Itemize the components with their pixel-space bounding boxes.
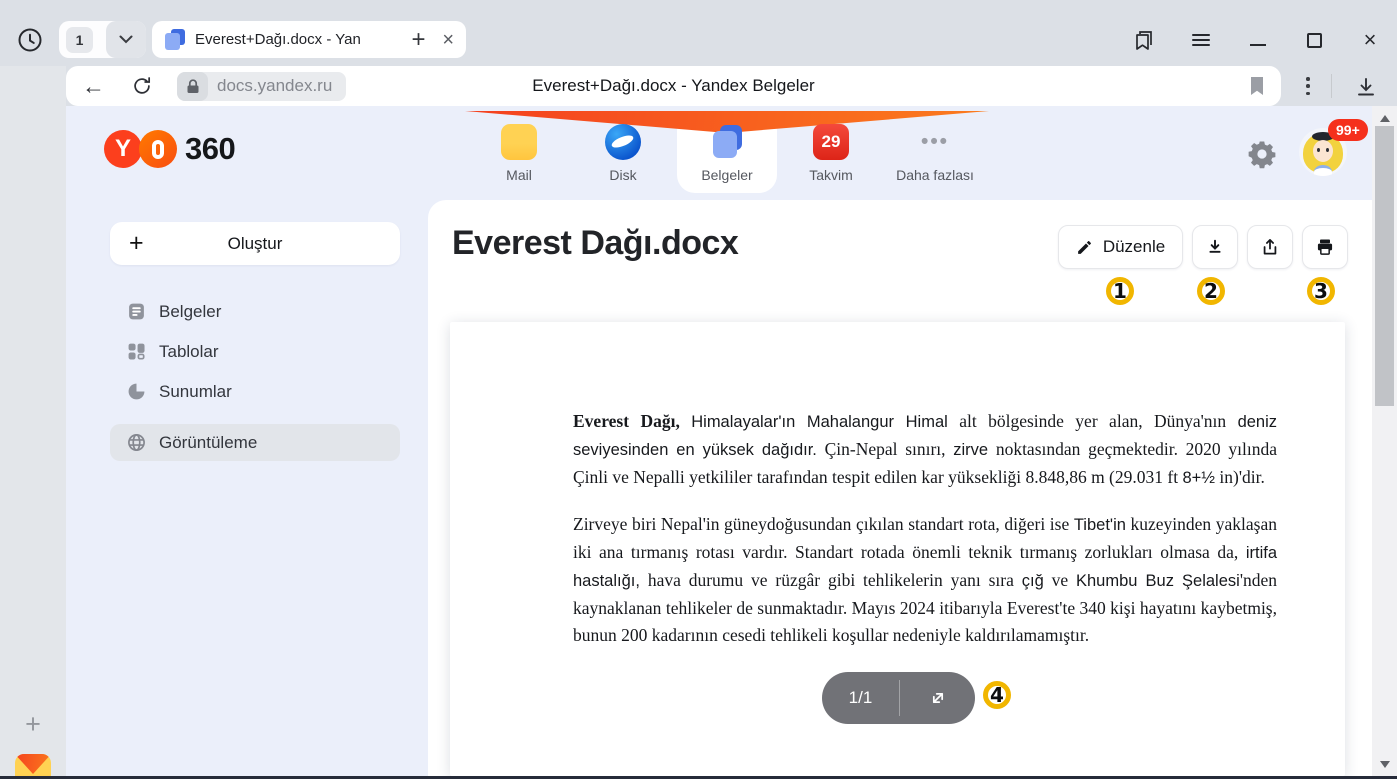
disk-icon [605, 124, 641, 160]
browser-window: 1 Everest+Dağı.docx - Yan × + × 1 ← [0, 0, 1397, 779]
create-button[interactable]: + Oluştur [110, 222, 400, 265]
download-button[interactable] [1192, 225, 1238, 269]
document-text: Everest Dağı, Himalayalar'ın Mahalangur … [450, 322, 1345, 649]
rail-add-icon[interactable]: + [0, 706, 66, 742]
calendar-icon: 29 [813, 124, 849, 160]
sidebar-item-tables[interactable]: Tablolar [110, 333, 400, 370]
back-button[interactable]: ← [82, 75, 105, 98]
account-avatar[interactable]: 99+ [1299, 128, 1347, 176]
settings-gear-icon[interactable] [1246, 138, 1278, 170]
paragraph: Zirveye biri Nepal'in güneydoğusundan çı… [573, 511, 1277, 649]
web-content: Y 360 Mail Disk Belgeler 29 Takvim ••• [66, 106, 1372, 776]
annotation-4: 4 [983, 681, 1011, 709]
fullscreen-button[interactable] [900, 688, 975, 708]
globe-icon [127, 433, 146, 452]
services-nav: Mail Disk Belgeler 29 Takvim ••• Daha fa… [467, 113, 987, 193]
page-indicator[interactable]: 1/1 [822, 672, 975, 724]
tab-group-count: 1 [66, 27, 93, 53]
browser-menu-icon[interactable] [1188, 27, 1214, 53]
clock-icon [16, 26, 44, 54]
printer-icon [1315, 237, 1335, 257]
print-button[interactable] [1302, 225, 1348, 269]
downloads-icon[interactable] [1352, 73, 1380, 101]
domain-text: docs.yandex.ru [208, 76, 346, 96]
paragraph: Everest Dağı, Himalayalar'ın Mahalangur … [573, 408, 1277, 492]
bookmark-icon[interactable] [1249, 76, 1265, 101]
pencil-icon [1076, 239, 1093, 256]
scroll-up-arrow[interactable] [1372, 110, 1397, 126]
yandex-docs-favicon [164, 29, 186, 51]
share-icon [1260, 237, 1280, 257]
tab-group[interactable]: 1 [59, 21, 146, 58]
maximize-button[interactable] [1301, 27, 1327, 53]
new-tab-button[interactable]: + [400, 21, 437, 58]
close-window-button[interactable]: × [1357, 27, 1383, 53]
scroll-down-arrow[interactable] [1372, 756, 1397, 772]
more-services-icon: ••• [921, 124, 949, 160]
yandex-y-icon: Y [104, 130, 142, 168]
service-mail[interactable]: Mail [469, 113, 569, 193]
bookmarks-panel-icon[interactable] [1131, 27, 1157, 53]
chevron-down-icon[interactable] [106, 21, 146, 58]
sidebar-item-documents[interactable]: Belgeler [110, 293, 400, 330]
annotation-1: 1 [1106, 277, 1134, 305]
annotation-3: 3 [1307, 277, 1335, 305]
reload-button[interactable] [131, 75, 153, 97]
notifications-badge: 99+ [1328, 119, 1368, 141]
history-icon[interactable] [13, 23, 47, 57]
page-count: 1/1 [822, 688, 899, 708]
toolbar-separator [1331, 74, 1332, 98]
presentations-icon [127, 382, 146, 401]
share-button[interactable] [1247, 225, 1293, 269]
logo-360-text: 360 [185, 131, 235, 167]
page-scrollbar [1372, 106, 1397, 776]
download-icon [1205, 237, 1225, 257]
annotation-2: 2 [1197, 277, 1225, 305]
document-icon [127, 302, 146, 321]
sidebar-item-viewing[interactable]: Görüntüleme [110, 424, 400, 461]
minimize-button[interactable] [1245, 27, 1271, 53]
close-tab-icon[interactable]: × [440, 30, 456, 50]
yandex-360-logo[interactable]: Y 360 [104, 130, 235, 168]
browser-side-rail: + ••• [0, 66, 66, 776]
expand-icon [928, 688, 948, 708]
sidebar-item-presentations[interactable]: Sunumlar [110, 373, 400, 410]
mail-icon [501, 124, 537, 160]
edit-button[interactable]: Düzenle [1058, 225, 1183, 269]
tables-icon [127, 342, 146, 361]
toolbar-more-icon[interactable] [1299, 75, 1317, 97]
scrollbar-thumb[interactable] [1375, 126, 1394, 406]
document-title: Everest Dağı.docx [452, 224, 738, 263]
address-toolbar: ← docs.yandex.ru Everest+Dağı.docx - Yan… [66, 66, 1281, 106]
yandex-o-icon [139, 130, 177, 168]
address-bar[interactable]: docs.yandex.ru [177, 72, 346, 101]
main-panel: Everest Dağı.docx Düzenle [428, 200, 1372, 776]
documents-icon [709, 124, 745, 160]
lock-icon [177, 72, 208, 101]
service-more[interactable]: ••• Daha fazlası [885, 113, 985, 193]
